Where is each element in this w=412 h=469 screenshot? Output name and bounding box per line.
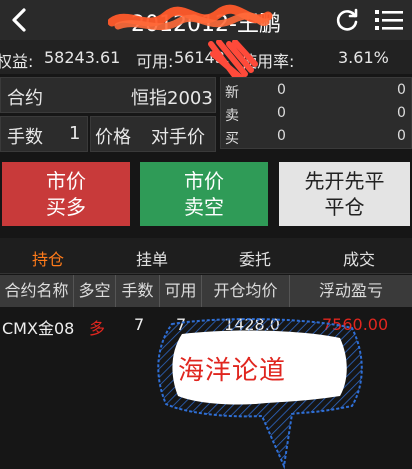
quote-value: 0 bbox=[277, 128, 286, 144]
tab-trades[interactable]: 成交 bbox=[343, 246, 375, 270]
quote-value: 0 bbox=[397, 82, 406, 98]
market-buy-long-button[interactable]: 市价 买多 bbox=[2, 162, 130, 226]
price-label: 价格 bbox=[95, 127, 131, 148]
market-sell-short-button[interactable]: 市价 卖空 bbox=[140, 162, 268, 226]
quote-label: 卖 bbox=[225, 108, 239, 124]
quote-row-ask: 卖 0 0 bbox=[221, 103, 412, 125]
column-header: 手数 bbox=[116, 275, 160, 307]
quantity-value: 1 bbox=[69, 123, 81, 144]
usage-value: 3.61% bbox=[338, 48, 389, 67]
quantity-field[interactable]: 手数 1 bbox=[0, 116, 88, 152]
watermark-speech-bubble bbox=[157, 318, 363, 469]
cell-qty: 7 bbox=[134, 315, 145, 334]
price-value: 对手价 bbox=[151, 127, 205, 148]
contract-label: 合约 bbox=[7, 88, 43, 109]
equity-label: 权益: bbox=[0, 52, 34, 71]
list-menu-icon[interactable] bbox=[375, 8, 403, 32]
tab-bar: 持仓 挂单 委托 成交 bbox=[0, 238, 412, 274]
button-label: 先开先平 bbox=[304, 169, 385, 193]
button-label: 市价 bbox=[46, 169, 86, 193]
column-header: 多空 bbox=[74, 275, 116, 307]
available-label: 可用: bbox=[136, 52, 174, 71]
contract-selector[interactable]: 合约 恒指2003 bbox=[0, 77, 216, 113]
close-position-button[interactable]: 先开先平 平仓 bbox=[279, 162, 410, 226]
quote-panel: 新 0 0 卖 0 0 买 0 0 bbox=[220, 77, 412, 149]
button-label: 市价 bbox=[184, 169, 224, 193]
quote-label: 新 bbox=[225, 85, 239, 101]
quantity-label: 手数 bbox=[7, 127, 43, 148]
refresh-icon[interactable] bbox=[334, 7, 360, 33]
quote-value: 0 bbox=[397, 128, 406, 144]
quote-value: 0 bbox=[397, 105, 406, 121]
watermark-text: 海洋论道 bbox=[178, 356, 287, 386]
cell-direction: 多 bbox=[89, 319, 106, 338]
quote-value: 0 bbox=[277, 82, 286, 98]
column-header: 可用 bbox=[160, 275, 202, 307]
column-header: 开仓均价 bbox=[202, 275, 290, 307]
quote-row-last: 新 0 0 bbox=[221, 80, 412, 102]
tab-orders[interactable]: 委托 bbox=[239, 246, 271, 270]
equity-value: 58243.61 bbox=[44, 48, 121, 67]
button-label: 平仓 bbox=[324, 195, 365, 219]
quote-label: 买 bbox=[225, 131, 239, 147]
quote-row-bid: 买 0 0 bbox=[221, 126, 412, 148]
redaction-scribble bbox=[108, 4, 273, 31]
contract-value: 恒指2003 bbox=[131, 88, 213, 109]
button-label: 买多 bbox=[46, 195, 86, 219]
button-label: 卖空 bbox=[184, 195, 224, 219]
tab-positions[interactable]: 持仓 bbox=[32, 246, 64, 270]
tab-pending[interactable]: 挂单 bbox=[136, 246, 168, 270]
column-header: 合约名称 bbox=[0, 275, 74, 307]
column-header: 浮动盈亏 bbox=[318, 281, 383, 300]
redaction-scribble bbox=[208, 40, 258, 80]
positions-table-header: 合约名称 多空 手数 可用 开仓均价 浮动盈亏 bbox=[0, 275, 412, 307]
cell-contract: CMX金08 bbox=[2, 319, 75, 338]
quote-value: 0 bbox=[277, 105, 286, 121]
price-field[interactable]: 价格 对手价 bbox=[90, 116, 216, 152]
